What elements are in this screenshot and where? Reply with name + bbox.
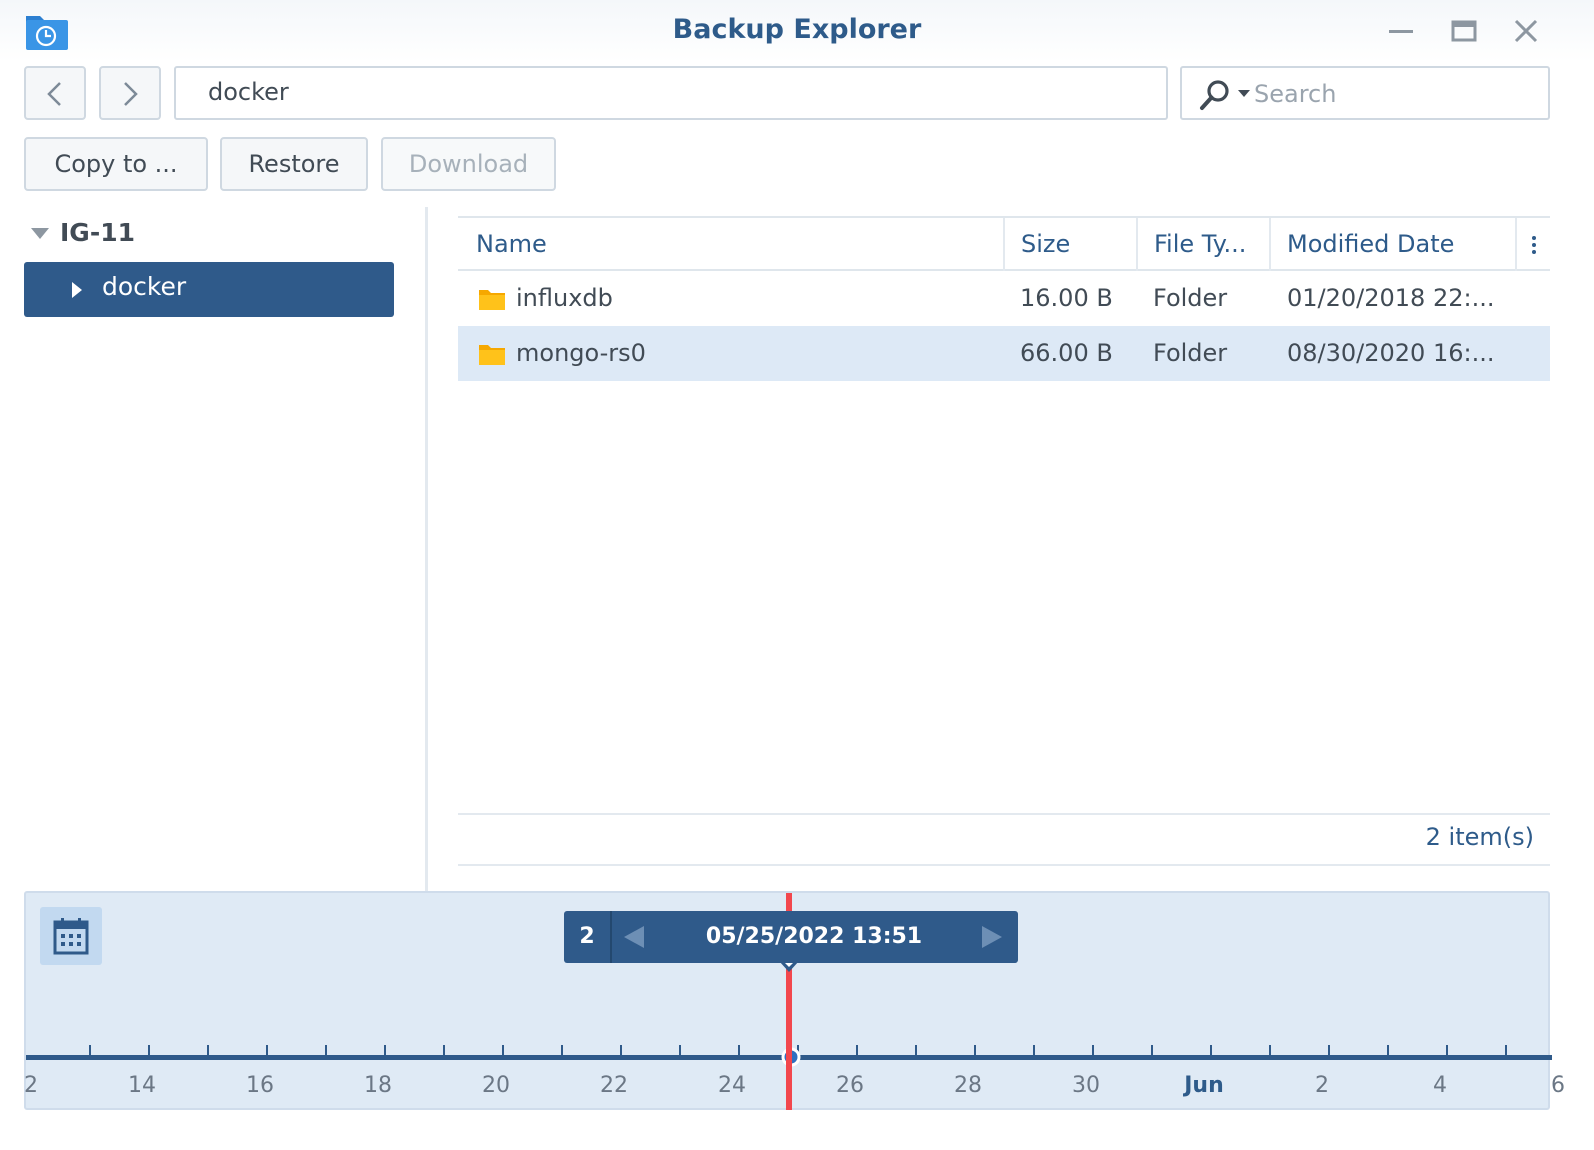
minimize-icon (1389, 30, 1413, 33)
search-box[interactable] (1180, 66, 1550, 120)
timeline-tick (148, 1045, 150, 1056)
timeline-tick (1033, 1045, 1035, 1056)
download-button[interactable]: Download (381, 137, 556, 191)
path-field[interactable]: docker (174, 66, 1168, 120)
previous-version-icon[interactable] (622, 925, 646, 949)
chevron-left-icon (47, 82, 61, 106)
timeline-tick (1210, 1045, 1212, 1056)
column-menu-icon[interactable] (1524, 234, 1544, 256)
back-button[interactable] (24, 66, 86, 120)
tree-root-label: IG-11 (60, 218, 135, 247)
timeline-tick (679, 1045, 681, 1056)
timeline-tick (1092, 1045, 1094, 1056)
timeline-tick (443, 1045, 445, 1056)
cell-size: 66.00 B (1020, 339, 1113, 367)
timeline-tick (207, 1045, 209, 1056)
timeline-tick (1269, 1045, 1271, 1056)
column-header-file-type[interactable]: File Ty... (1136, 218, 1269, 271)
cell-type: Folder (1153, 284, 1228, 312)
version-timeline[interactable]: 2 05/25/2022 13:51 2 14 16 18 20 22 24 26 28 30 Ju… (24, 891, 1565, 1110)
column-header-name[interactable]: Name (458, 218, 1004, 271)
close-icon (1514, 19, 1538, 43)
timeline-tick (1505, 1045, 1507, 1056)
timeline-axis-label: 6 (1551, 1073, 1565, 1098)
folder-icon (479, 345, 505, 365)
folder-icon (479, 290, 505, 310)
grid-footer: 2 item(s) (458, 813, 1550, 866)
cell-modified: 01/20/2018 22:... (1287, 284, 1495, 312)
timeline-tick (738, 1045, 740, 1056)
version-datetime[interactable]: 05/25/2022 13:51 (654, 911, 974, 963)
close-button[interactable] (1509, 14, 1543, 48)
timeline-axis-label: 22 (600, 1073, 628, 1098)
item-count: 2 item(s) (1425, 823, 1534, 851)
grid-header: Name Size File Ty... Modified Date (458, 216, 1550, 271)
title-bar: Backup Explorer (0, 0, 1594, 62)
caret-right-icon[interactable] (72, 282, 82, 298)
timeline-axis-label: 16 (246, 1073, 274, 1098)
search-input[interactable] (1254, 74, 1534, 114)
timeline-axis-label: 18 (364, 1073, 392, 1098)
version-selector: 2 05/25/2022 13:51 (564, 911, 1018, 963)
timeline-axis-label: 30 (1072, 1073, 1100, 1098)
cell-type: Folder (1153, 339, 1228, 367)
timeline-tick (856, 1045, 858, 1056)
caret-down-icon[interactable] (31, 228, 49, 240)
cell-name: influxdb (516, 284, 613, 312)
timeline-tick (974, 1045, 976, 1056)
tree-item-label: docker (102, 272, 187, 301)
timeline-axis-label: 2 (24, 1073, 38, 1098)
calendar-button[interactable] (40, 907, 102, 965)
cell-modified: 08/30/2020 16:... (1287, 339, 1495, 367)
timeline-tick (89, 1045, 91, 1056)
timeline-axis-label: 2 (1315, 1073, 1329, 1098)
forward-button[interactable] (99, 66, 161, 120)
column-header-size[interactable]: Size (1003, 218, 1136, 271)
timeline-axis-label: 28 (954, 1073, 982, 1098)
chevron-right-icon (124, 82, 138, 106)
copy-to-button[interactable]: Copy to ... (24, 137, 208, 191)
column-header-modified-date[interactable]: Modified Date (1269, 218, 1515, 271)
minimize-button[interactable] (1384, 14, 1418, 48)
tree-item-docker[interactable]: docker (24, 262, 394, 317)
timeline-tick (915, 1045, 917, 1056)
version-count: 2 (564, 911, 612, 963)
timeline-tick (620, 1045, 622, 1056)
table-row[interactable]: mongo-rs0 66.00 B Folder 08/30/2020 16:.… (458, 326, 1550, 381)
calendar-icon (53, 918, 89, 955)
maximize-button[interactable] (1447, 14, 1481, 48)
timeline-tick (325, 1045, 327, 1056)
timeline-tick (502, 1045, 504, 1056)
timeline-tick (1446, 1045, 1448, 1056)
timeline-tick (266, 1045, 268, 1056)
timeline-axis-label: 4 (1433, 1073, 1447, 1098)
next-version-icon[interactable] (980, 925, 1004, 949)
timeline-axis-label: 24 (718, 1073, 746, 1098)
column-divider[interactable] (1515, 218, 1517, 271)
timeline-tick (1387, 1045, 1389, 1056)
timeline-axis-label: 20 (482, 1073, 510, 1098)
search-icon[interactable] (1198, 78, 1232, 112)
timeline-tick (1151, 1045, 1153, 1056)
maximize-icon (1451, 20, 1477, 42)
panel-splitter[interactable] (425, 207, 428, 891)
timeline-tick (384, 1045, 386, 1056)
timeline-axis-label: Jun (1184, 1073, 1224, 1098)
timeline-tick (561, 1045, 563, 1056)
caret-down-icon[interactable] (1238, 90, 1250, 98)
cell-name: mongo-rs0 (516, 339, 646, 367)
cell-size: 16.00 B (1020, 284, 1113, 312)
restore-button[interactable]: Restore (220, 137, 368, 191)
timeline-tick (1328, 1045, 1330, 1056)
window-title: Backup Explorer (672, 14, 922, 45)
timeline-axis-label: 26 (836, 1073, 864, 1098)
table-row[interactable]: influxdb 16.00 B Folder 01/20/2018 22:..… (458, 271, 1550, 326)
timeline-axis-label: 14 (128, 1073, 156, 1098)
